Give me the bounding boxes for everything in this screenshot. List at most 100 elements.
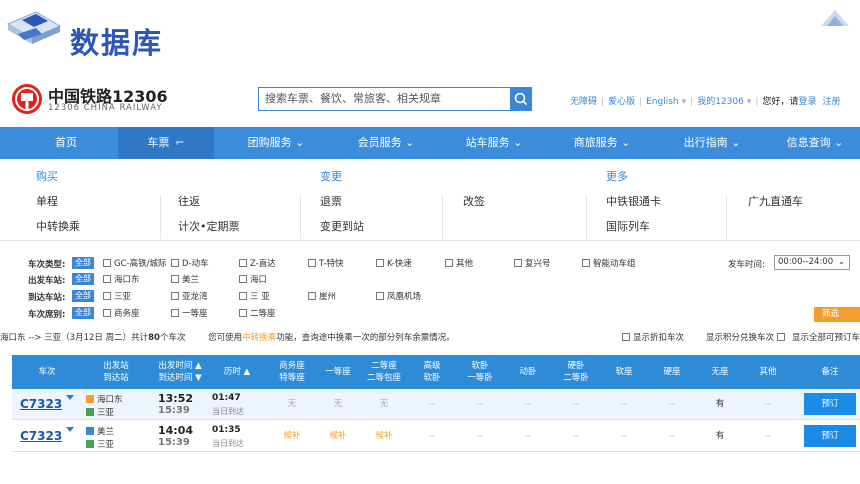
checkbox[interactable] [514, 259, 522, 267]
table-row: C7323 海口东 三亚 13:52 15:39 01:47 当日到达 无 无 … [12, 389, 860, 420]
count-suffix: 个车次 [159, 333, 186, 343]
menu-item-transfer[interactable]: 中转换乘 [36, 218, 80, 234]
filter-option[interactable]: Z-直达 [239, 257, 276, 269]
menu-item-guangjiu[interactable]: 广九直通车 [748, 193, 803, 209]
show-points-option[interactable]: 显示积分兑换车次 [706, 331, 788, 343]
menu-item-railway-card[interactable]: 中铁银通卡 [606, 193, 661, 209]
train-number-link[interactable]: C7323 [20, 397, 62, 411]
depart-time-label: 发车时间: [728, 260, 765, 270]
checkbox[interactable] [171, 275, 179, 283]
filter-option[interactable]: T-特快 [308, 257, 343, 269]
checkbox[interactable] [103, 275, 111, 283]
menu-item-periodic[interactable]: 计次•定期票 [178, 218, 240, 234]
nav-tickets[interactable]: 车票 ⌐ [118, 127, 214, 159]
filter-option[interactable]: 海口 [239, 273, 267, 285]
menu-item-rebook[interactable]: 改签 [463, 193, 485, 209]
filter-option[interactable]: 二等座 [239, 307, 276, 319]
topnav-my12306-link[interactable]: 我的12306 [697, 97, 744, 107]
seat-cell-waitlist[interactable]: 候补 [316, 421, 360, 452]
railway-logo-icon[interactable] [12, 84, 42, 114]
route-text: 海口东 --> 三亚（3月12日 周二）共计 [0, 333, 149, 343]
nav-business-service[interactable]: 商旅服务 ⌄ [554, 127, 650, 159]
checkbox[interactable] [171, 292, 179, 300]
checkbox[interactable] [308, 292, 316, 300]
nav-info-query[interactable]: 信息查询 ⌄ [770, 127, 860, 159]
book-button[interactable]: 预订 [804, 393, 856, 415]
checkbox[interactable] [239, 292, 247, 300]
seat-cell: -- [668, 431, 676, 441]
menu-item-round-trip[interactable]: 往返 [178, 193, 200, 209]
checkbox[interactable] [171, 259, 179, 267]
menu-item-single[interactable]: 单程 [36, 193, 58, 209]
nav-home[interactable]: 首页 [30, 127, 102, 159]
filter-all-button[interactable]: 全部 [72, 257, 94, 269]
register-link[interactable]: 注册 [822, 97, 840, 107]
filter-option[interactable]: 三 亚 [239, 290, 270, 302]
filter-option[interactable]: 其他 [445, 257, 473, 269]
checkbox[interactable] [622, 333, 630, 341]
menu-item-refund[interactable]: 退票 [320, 193, 342, 209]
table-row: C7323 美兰 三亚 14:04 15:39 01:35 当日到达 候补 候补… [12, 421, 860, 452]
topnav-care-link[interactable]: 爱心版 [608, 97, 635, 107]
nav-group-service[interactable]: 团购服务 ⌄ [228, 127, 324, 159]
checkbox[interactable] [239, 259, 247, 267]
filter-all-button[interactable]: 全部 [72, 307, 94, 319]
checkbox[interactable] [777, 333, 786, 341]
filter-option[interactable]: 海口东 [103, 273, 140, 285]
filter-all-button[interactable]: 全部 [72, 290, 94, 302]
filter-option[interactable]: D-动车 [171, 257, 209, 269]
menu-item-international[interactable]: 国际列车 [606, 218, 650, 234]
checkbox[interactable] [103, 309, 111, 317]
checkbox[interactable] [308, 259, 316, 267]
col-duration[interactable]: 历时 ▲ [212, 355, 262, 389]
filter-option[interactable]: K-快速 [376, 257, 412, 269]
nav-station-service[interactable]: 站车服务 ⌄ [446, 127, 542, 159]
checkbox[interactable] [376, 259, 384, 267]
filter-option[interactable]: 复兴号 [514, 257, 551, 269]
checkbox[interactable] [171, 309, 179, 317]
nav-travel-guide[interactable]: 出行指南 ⌄ [664, 127, 760, 159]
start-badge-icon [86, 395, 94, 403]
filter-option[interactable]: 商务座 [103, 307, 140, 319]
filter-option[interactable]: 亚龙湾 [171, 290, 208, 302]
depart-time-select[interactable]: 00:00--24:00 ⌄ [774, 255, 850, 270]
search-button[interactable] [510, 87, 532, 111]
search-input[interactable]: 搜索车票、餐饮、常旅客、相关规章 [258, 87, 510, 111]
seat-cell-waitlist[interactable]: 候补 [270, 421, 314, 452]
col-standing: 无座 [711, 367, 729, 377]
checkbox[interactable] [239, 309, 247, 317]
seat-cell-waitlist[interactable]: 候补 [362, 421, 406, 452]
filter-option[interactable]: 一等座 [171, 307, 208, 319]
caret-down-icon[interactable] [66, 395, 74, 400]
show-discount-option[interactable]: 显示折扣车次 [622, 331, 684, 343]
filter-all-button[interactable]: 全部 [72, 273, 94, 285]
topnav-accessibility-link[interactable]: 无障碍 [570, 97, 597, 107]
filter-option[interactable]: 智能动车组 [582, 257, 636, 269]
filter-option[interactable]: 美兰 [171, 273, 199, 285]
filter-option[interactable]: 凤凰机场 [376, 290, 421, 302]
filter-option[interactable]: 三亚 [103, 290, 131, 302]
login-link[interactable]: 登录 [798, 97, 816, 107]
col-stations[interactable]: 出发站 到达站 [86, 355, 146, 389]
filter-option[interactable]: GC-高铁/城际 [103, 257, 166, 269]
show-all-bookable-option[interactable]: 显示全部可预订车 [792, 331, 860, 343]
col-business: 商务座 特等座 [279, 361, 305, 383]
transfer-link[interactable]: 中转换乘 [242, 333, 276, 343]
checkbox[interactable] [376, 292, 384, 300]
checkbox[interactable] [582, 259, 590, 267]
checkbox[interactable] [239, 275, 247, 283]
col-times[interactable]: 出发时间 ▲ 到达时间 ▼ [150, 355, 210, 389]
menu-item-change-station[interactable]: 变更到站 [320, 218, 364, 234]
nav-member-service[interactable]: 会员服务 ⌄ [338, 127, 434, 159]
filter-option[interactable]: 崖州 [308, 290, 336, 302]
checkbox[interactable] [103, 259, 111, 267]
book-button[interactable]: 预订 [804, 425, 856, 447]
checkbox[interactable] [103, 292, 111, 300]
page: 数据库 中国铁路12306 12306 CHINA RAILWAY 搜索车票、餐… [0, 0, 860, 484]
filter-button[interactable]: 筛选 [814, 307, 860, 322]
checkbox[interactable] [445, 259, 453, 267]
topnav-english-link[interactable]: English [646, 97, 679, 107]
nav-member-label: 会员服务 [357, 136, 402, 149]
train-number-link[interactable]: C7323 [20, 429, 62, 443]
caret-down-icon[interactable] [66, 427, 74, 432]
